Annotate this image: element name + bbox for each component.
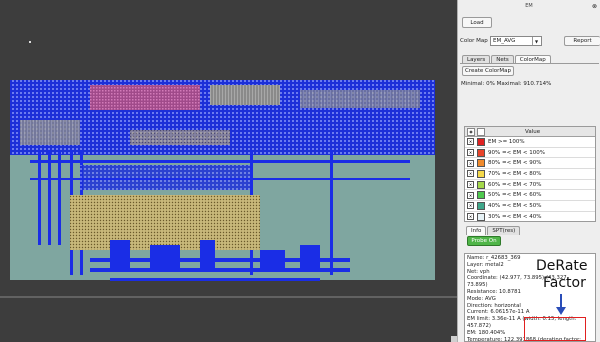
table-row[interactable]: ✕ 70% =< EM < 80%	[465, 169, 595, 180]
load-button[interactable]: Load	[462, 17, 492, 28]
info-line: Mode: AVG	[467, 295, 496, 302]
table-row[interactable]: ✕ 60% =< EM < 70%	[465, 180, 595, 191]
color-map-select[interactable]: EM_AVG ▼	[490, 36, 542, 46]
color-map-value: EM_AVG	[493, 38, 516, 44]
table-row[interactable]: ✕ 90% =< EM < 100%	[465, 148, 595, 159]
table-row[interactable]: ✕ 80% =< EM < 90%	[465, 158, 595, 170]
table-row[interactable]: ✕ 50% =< EM < 60%	[465, 190, 595, 202]
table-row[interactable]: ✕ 40% =< EM < 50%	[465, 201, 595, 212]
minmax-text: Minimal: 0% Maximal: 910.714%	[461, 81, 552, 87]
tab-info[interactable]: Info	[466, 226, 487, 235]
row-label: 50% =< EM < 60%	[488, 192, 542, 199]
color-swatch[interactable]	[477, 169, 485, 178]
probe-on-button[interactable]: Probe On	[467, 236, 501, 246]
row-visibility-checkbox[interactable]: ✕	[467, 181, 474, 189]
row-label: 60% =< EM < 70%	[488, 181, 542, 188]
info-line: Direction: horizontal	[467, 302, 521, 309]
annotation-line2: Factor	[543, 275, 586, 291]
row-label: 70% =< EM < 80%	[488, 170, 542, 177]
color-swatch[interactable]	[477, 180, 485, 189]
color-swatch[interactable]	[477, 137, 485, 146]
tab-divider	[460, 63, 599, 64]
colormap-table: ◉ Value ✕ EM >= 100% ✕ 90% =< EM < 100% ✕ 80%…	[464, 126, 596, 222]
create-colormap-button[interactable]: Create ColorMap	[462, 66, 514, 76]
row-visibility-checkbox[interactable]: ✕	[467, 138, 474, 146]
row-visibility-checkbox[interactable]: ✕	[467, 202, 474, 210]
table-row[interactable]: ✕ EM >= 100%	[465, 137, 595, 148]
row-visibility-checkbox[interactable]: ✕	[467, 159, 474, 167]
row-label: 40% =< EM < 50%	[488, 202, 542, 209]
window-title: EM	[525, 3, 533, 9]
row-label: EM >= 100%	[488, 138, 525, 145]
row-visibility-checkbox[interactable]: ✕	[467, 170, 474, 178]
color-swatch[interactable]	[477, 191, 485, 200]
row-label: 30% =< EM < 40%	[488, 213, 542, 220]
table-header: ◉ Value	[465, 127, 595, 137]
row-label: 90% =< EM < 100%	[488, 149, 545, 156]
annotation-line1: DeRate	[536, 258, 588, 274]
layout-drawing	[0, 80, 457, 298]
color-swatch[interactable]	[477, 201, 485, 210]
table-row[interactable]: ✕ 30% =< EM < 40%	[465, 212, 595, 221]
color-swatch[interactable]	[477, 159, 485, 168]
chevron-down-icon: ▼	[532, 37, 540, 45]
color-swatch[interactable]	[477, 212, 485, 221]
derating-highlight-box	[524, 317, 586, 341]
info-tabs: Info SPT(res)	[466, 226, 521, 235]
color-map-label: Color Map	[460, 38, 488, 44]
close-icon[interactable]: ⊗	[592, 3, 597, 10]
row-visibility-checkbox[interactable]: ✕	[467, 213, 474, 221]
annotation-arrow-icon	[556, 294, 566, 315]
table-rows: ✕ EM >= 100% ✕ 90% =< EM < 100% ✕ 80% =< EM <…	[465, 137, 595, 221]
info-line: Current: 6.06157e-11 A	[467, 309, 530, 316]
tab-spt-res[interactable]: SPT(res)	[487, 226, 521, 235]
value-header: Value	[525, 128, 541, 135]
row-label: 80% =< EM < 90%	[488, 160, 542, 167]
row-visibility-checkbox[interactable]: ✕	[467, 149, 474, 157]
layout-canvas[interactable]	[0, 0, 457, 342]
color-swatch[interactable]	[477, 148, 485, 157]
report-button[interactable]: Report	[564, 36, 600, 46]
row-visibility-checkbox[interactable]: ✕	[467, 191, 474, 199]
color-header-icon[interactable]	[477, 127, 485, 136]
visibility-icon[interactable]: ◉	[467, 127, 475, 136]
